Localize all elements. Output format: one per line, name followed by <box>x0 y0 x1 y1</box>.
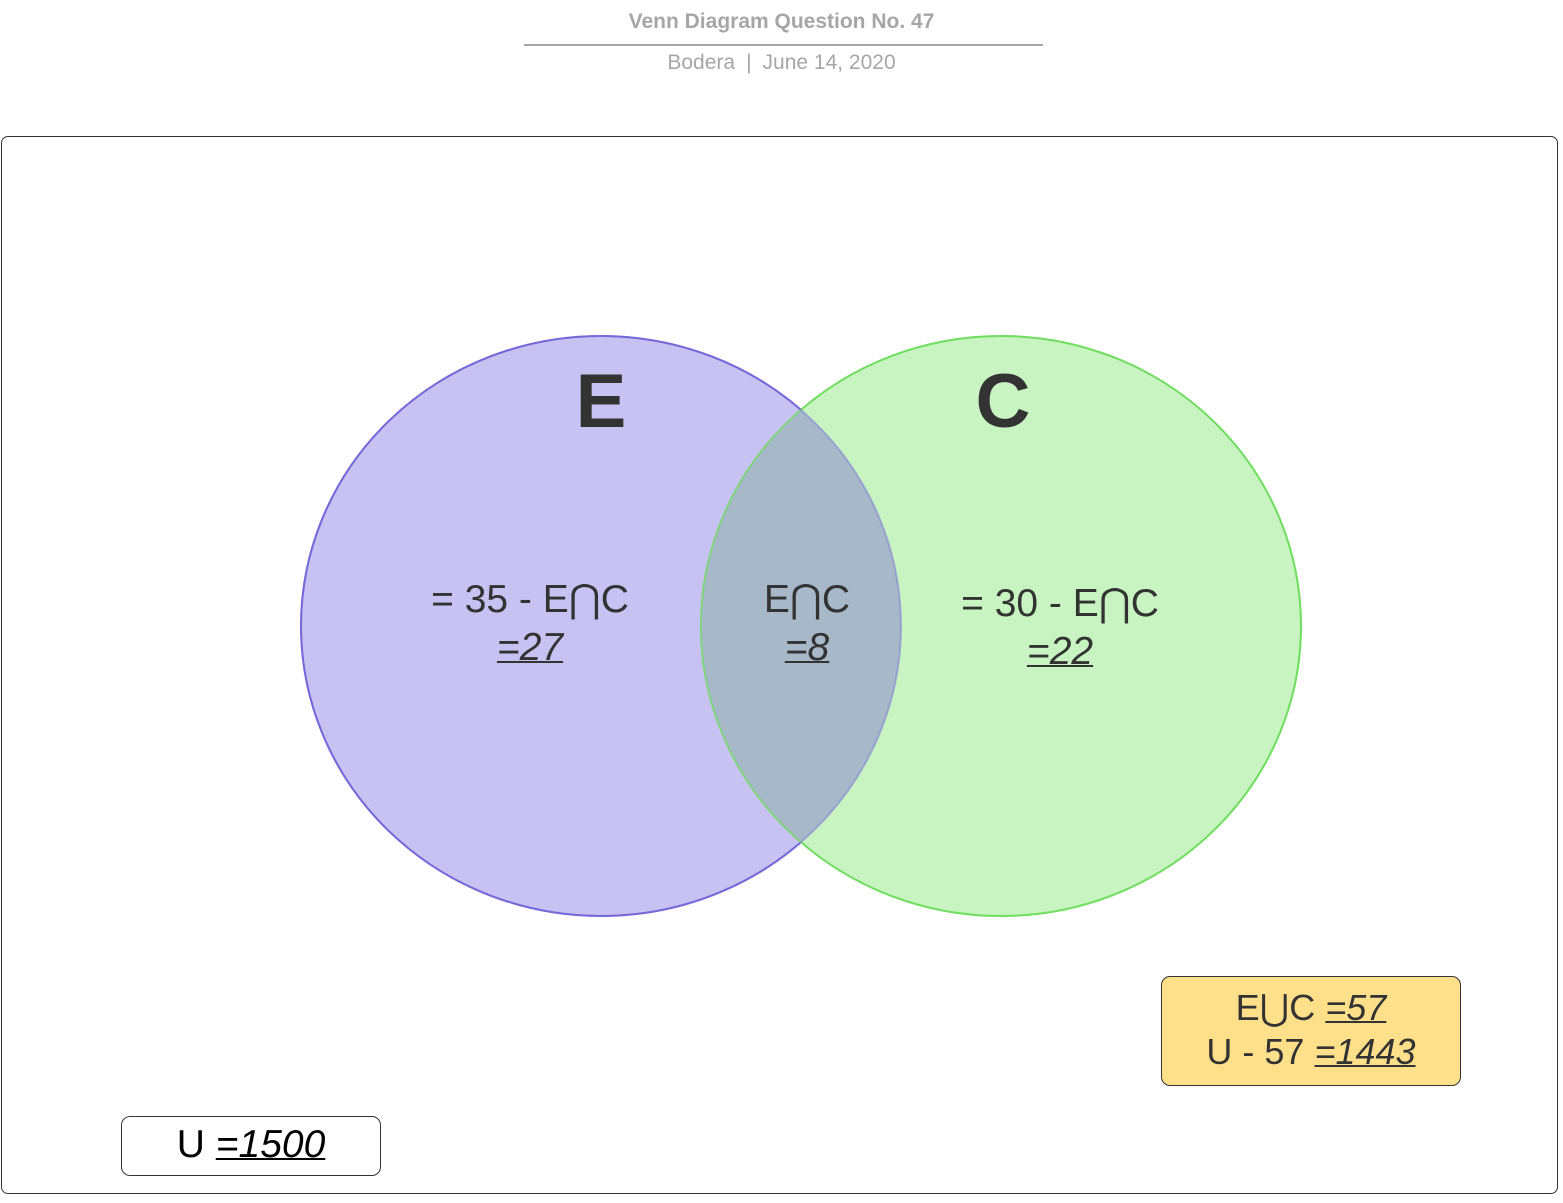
universe-total-box: U =1500 <box>121 1116 381 1176</box>
union-summary-box: E⋃C =57 U - 57 =1443 <box>1161 976 1461 1086</box>
set-e-only-expression: = 35 - E⋂C <box>431 578 629 621</box>
universe-value: =1500 <box>215 1123 326 1166</box>
universe-label: U <box>176 1123 205 1166</box>
set-e-only-value: =27 <box>496 626 564 669</box>
intersection-value: =8 <box>784 626 830 669</box>
complement-value: =1443 <box>1314 1031 1416 1072</box>
set-c-only-expression: = 30 - E⋂C <box>961 582 1159 625</box>
complement-line: U - 57 =1443 <box>1162 1030 1460 1074</box>
union-line: E⋃C =57 <box>1162 986 1460 1030</box>
set-e-label: E <box>575 359 627 444</box>
set-c-label: C <box>975 359 1031 444</box>
set-e-only-region: = 35 - E⋂C =27 <box>380 576 680 672</box>
venn-diagram-page: Venn Diagram Question No. 47 Bodera | June… <box>0 0 1563 1203</box>
union-label: E⋃C <box>1235 987 1316 1028</box>
set-c-only-value: =22 <box>1026 630 1094 673</box>
set-c-only-region: = 30 - E⋂C =22 <box>910 580 1210 676</box>
complement-label: U - 57 <box>1206 1031 1305 1072</box>
union-value: =57 <box>1325 987 1387 1028</box>
